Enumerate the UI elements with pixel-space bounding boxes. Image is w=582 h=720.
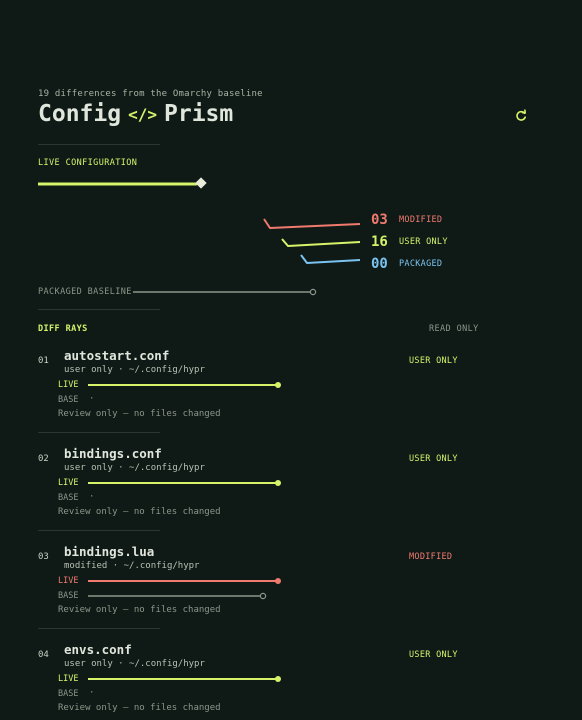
ray-number: 02 (38, 454, 49, 464)
ray-meta: user only · ~/.config/hypr (64, 365, 205, 375)
divider (38, 144, 160, 145)
live-configuration-label: LIVE CONFIGURATION (38, 158, 138, 168)
refresh-icon[interactable] (514, 109, 528, 123)
ray-base-value: · (89, 394, 95, 404)
ray-meta: user only · ~/.config/hypr (64, 659, 205, 669)
ray-number: 03 (38, 552, 49, 562)
ray-base-value: · (89, 492, 95, 502)
ray-status: USER ONLY (409, 650, 458, 660)
user-only-label: USER ONLY (399, 237, 448, 247)
diff-ray-autostart-conf[interactable]: 01 autostart.conf user only · ~/.config/… (38, 346, 518, 424)
ray-note: Review only — no files changed (58, 409, 221, 419)
ray-number: 04 (38, 650, 49, 660)
subtitle: 19 differences from the Omarchy baseline (38, 89, 263, 99)
divider (38, 309, 160, 310)
ray-base-value: · (89, 688, 95, 698)
ray-status: USER ONLY (409, 454, 458, 464)
ray-live-line (88, 480, 281, 486)
page-title: Config </> Prism (38, 101, 233, 127)
ray-number: 01 (38, 356, 49, 366)
diff-ray-bindings-lua[interactable]: 03 bindings.lua modified · ~/.config/hyp… (38, 542, 518, 620)
live-configuration-slider[interactable] (38, 177, 210, 191)
ray-note: Review only — no files changed (58, 605, 221, 615)
read-only-badge: READ ONLY (429, 324, 479, 334)
ray-live-label: LIVE (58, 674, 79, 684)
user-only-count: 16 (371, 234, 388, 250)
ray-live-line (88, 676, 281, 682)
user-only-ray (281, 238, 361, 247)
diff-rays-label: DIFF RAYS (38, 324, 88, 334)
divider (38, 432, 160, 433)
ray-live-line (88, 382, 281, 388)
ray-file-name: bindings.conf (64, 446, 162, 461)
divider (38, 530, 160, 531)
ray-meta: user only · ~/.config/hypr (64, 463, 205, 473)
modified-count: 03 (371, 212, 388, 228)
divider (38, 628, 160, 629)
ray-note: Review only — no files changed (58, 507, 221, 517)
ray-base-label: BASE (58, 493, 79, 503)
ray-base-line (88, 592, 267, 600)
code-icon: </> (128, 104, 157, 124)
ray-file-name: bindings.lua (64, 544, 155, 559)
ray-base-label: BASE (58, 591, 79, 601)
packaged-count: 00 (371, 256, 388, 272)
packaged-baseline-label: PACKAGED BASELINE (38, 287, 132, 297)
title-config: Config (38, 101, 122, 127)
packaged-label: PACKAGED (399, 259, 443, 269)
diff-ray-envs-conf[interactable]: 04 envs.conf user only · ~/.config/hypr … (38, 640, 518, 718)
ray-live-line (88, 578, 281, 584)
title-prism: Prism (164, 101, 234, 127)
ray-live-label: LIVE (58, 576, 79, 586)
packaged-ray (300, 254, 361, 264)
packaged-baseline-track (133, 288, 317, 296)
ray-live-label: LIVE (58, 478, 79, 488)
ray-meta: modified · ~/.config/hypr (64, 561, 200, 571)
ray-base-label: BASE (58, 689, 79, 699)
ray-status: USER ONLY (409, 356, 458, 366)
ray-base-label: BASE (58, 395, 79, 405)
ray-live-label: LIVE (58, 380, 79, 390)
modified-ray (263, 218, 361, 229)
ray-file-name: envs.conf (64, 642, 132, 657)
live-level-handle (195, 177, 207, 189)
ray-file-name: autostart.conf (64, 348, 170, 363)
ray-note: Review only — no files changed (58, 703, 221, 713)
ray-status: MODIFIED (409, 552, 453, 562)
diff-ray-bindings-conf[interactable]: 02 bindings.conf user only · ~/.config/h… (38, 444, 518, 522)
stats-rays (263, 218, 361, 264)
modified-label: MODIFIED (399, 215, 443, 225)
